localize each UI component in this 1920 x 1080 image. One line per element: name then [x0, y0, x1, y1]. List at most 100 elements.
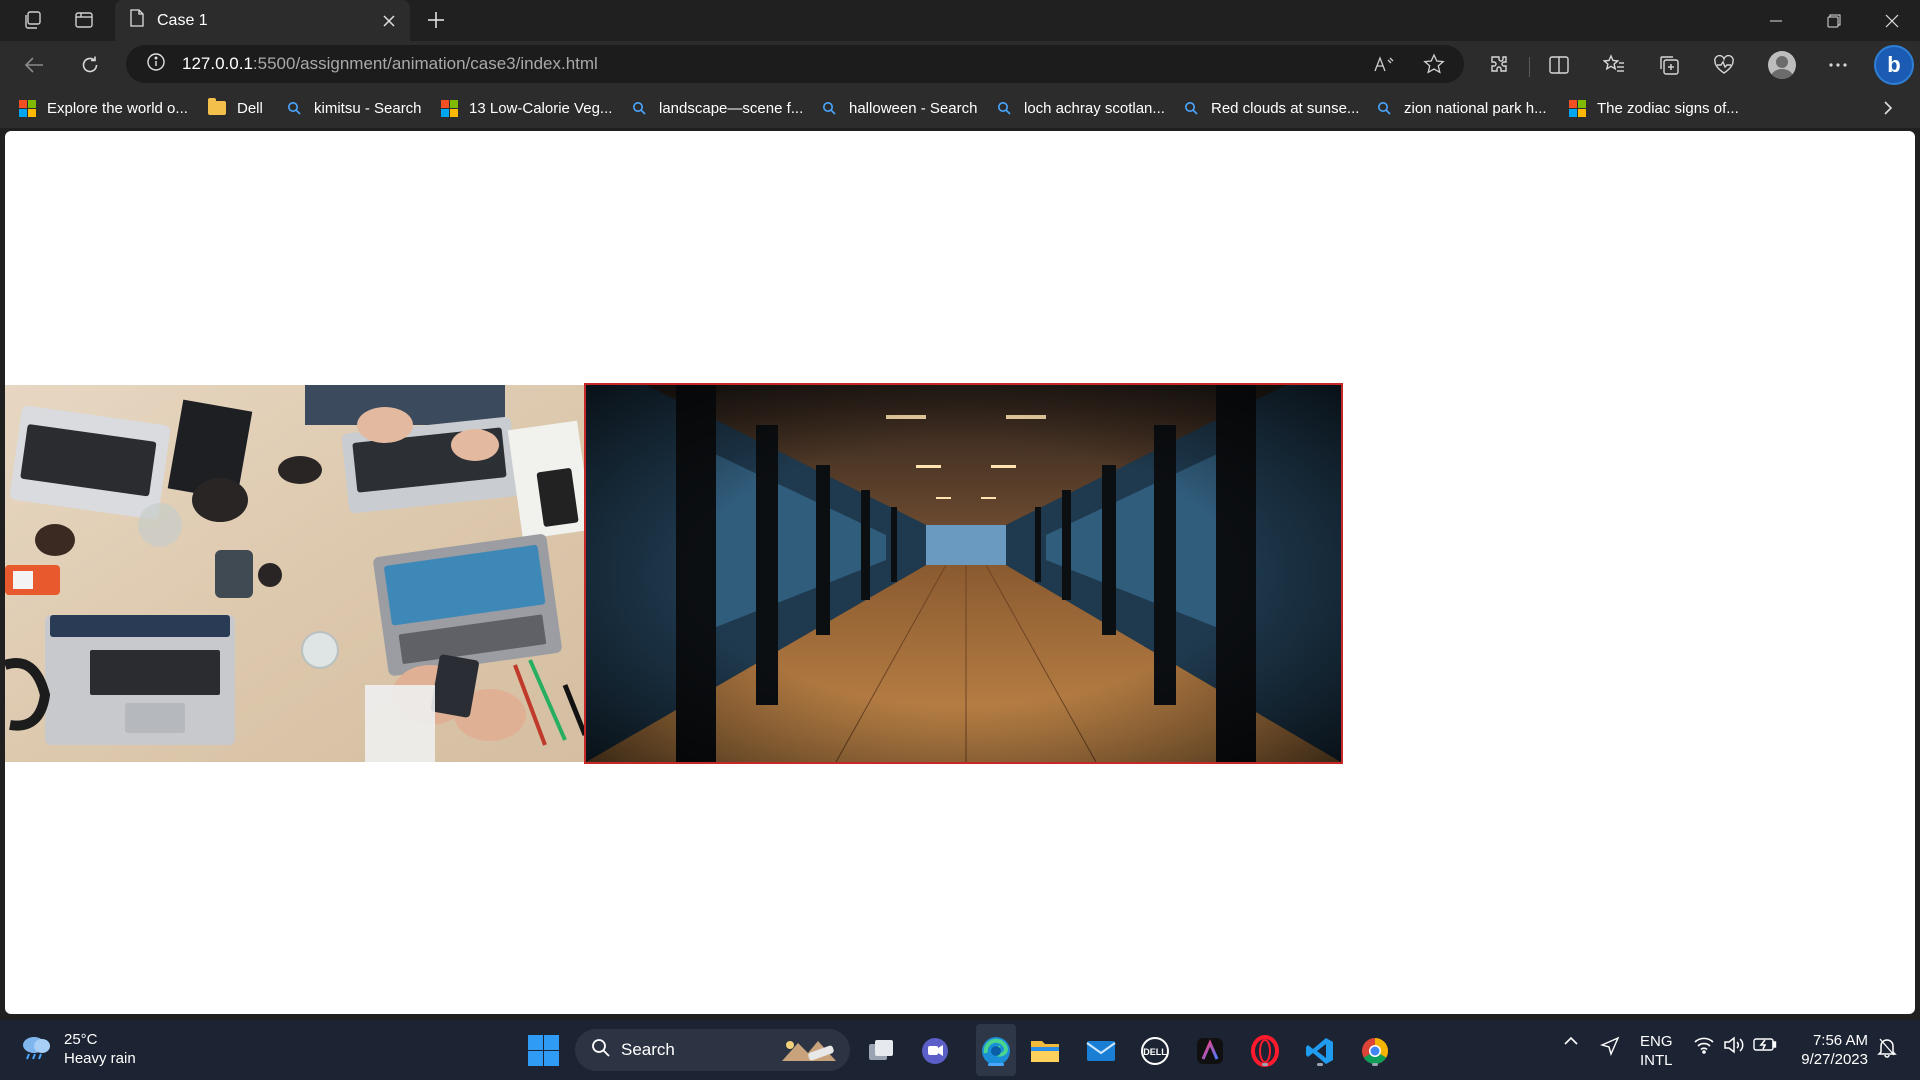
running-indicator [1262, 1063, 1268, 1066]
opera-icon[interactable] [1246, 1032, 1284, 1070]
bookmark-label: halloween - Search [849, 99, 978, 117]
collections-icon[interactable] [1653, 49, 1685, 81]
search-icon [591, 1038, 611, 1063]
toolbar-divider [1529, 57, 1530, 77]
active-tab[interactable]: Case 1 [115, 0, 410, 41]
close-tab-icon[interactable] [374, 6, 404, 36]
split-screen-icon[interactable] [1543, 49, 1575, 81]
bookmark-label: Explore the world o... [47, 99, 188, 117]
bookmark-label: kimitsu - Search [314, 99, 422, 117]
task-view-icon[interactable] [862, 1032, 900, 1070]
minimize-button[interactable] [1748, 0, 1804, 41]
extensions-icon[interactable] [1483, 49, 1515, 81]
clock-time: 7:56 AM [1812, 1032, 1868, 1049]
system-clock[interactable]: 7:56 AM 9/27/2023 [1801, 1031, 1868, 1069]
url-path: :5500/assignment/animation/case3/index.h… [252, 54, 598, 73]
restore-button[interactable] [1806, 0, 1862, 41]
more-options-icon[interactable] [1822, 49, 1854, 81]
chrome-icon[interactable] [1356, 1032, 1394, 1070]
microsoft-icon [1568, 99, 1586, 117]
bookmark-item[interactable]: halloween - Search [820, 96, 977, 120]
rain-cloud-icon [20, 1033, 52, 1066]
page-viewport [5, 131, 1915, 1014]
corridor-image [584, 383, 1343, 764]
browser-toolbar: 127.0.0.1:5500/assignment/animation/case… [0, 41, 1920, 88]
microsoft-icon [18, 99, 36, 117]
bookmark-item[interactable]: The zodiac signs of... [1568, 96, 1739, 120]
profile-avatar[interactable] [1768, 51, 1796, 79]
bookmark-item[interactable]: Red clouds at sunse... [1182, 96, 1359, 120]
search-icon [1375, 99, 1393, 117]
teams-chat-icon[interactable] [916, 1032, 954, 1070]
clock-date: 9/27/2023 [1801, 1051, 1868, 1068]
search-highlight-icon [778, 1035, 840, 1070]
workspaces-icon[interactable] [14, 4, 50, 36]
file-explorer-icon[interactable] [1026, 1032, 1064, 1070]
folder-icon [208, 98, 226, 117]
bookmark-folder[interactable]: Dell [208, 96, 263, 120]
running-indicator [1317, 1063, 1323, 1066]
running-indicator [1372, 1063, 1378, 1066]
bookmark-item[interactable]: Explore the world o... [18, 96, 188, 120]
search-icon [820, 99, 838, 117]
bing-copilot-icon[interactable]: b [1874, 45, 1914, 85]
chevron-up-icon[interactable] [1560, 1036, 1582, 1046]
mail-icon[interactable] [1082, 1032, 1120, 1070]
workspace-image [5, 385, 593, 762]
favorite-star-icon[interactable] [1420, 52, 1448, 76]
microsoft-icon [440, 99, 458, 117]
dell-icon[interactable]: DELL [1136, 1032, 1174, 1070]
read-aloud-icon[interactable] [1370, 52, 1398, 76]
browser-window: Case 1 127.0.0.1:5500/assignment/animati… [0, 0, 1920, 1080]
refresh-button[interactable] [72, 47, 108, 83]
taskbar: 25°C Heavy rain Search DELL ENG INTL 7:5… [0, 1020, 1920, 1080]
active-indicator [988, 1063, 1004, 1066]
chevron-right-icon[interactable] [1876, 96, 1900, 120]
search-icon [995, 99, 1013, 117]
search-icon [1182, 99, 1200, 117]
bookmark-item[interactable]: 13 Low-Calorie Veg... [440, 96, 612, 120]
address-bar[interactable]: 127.0.0.1:5500/assignment/animation/case… [126, 45, 1464, 83]
page-icon [129, 9, 145, 32]
bookmark-label: The zodiac signs of... [1597, 99, 1739, 117]
battery-icon[interactable] [1752, 1036, 1778, 1052]
wifi-icon[interactable] [1692, 1036, 1716, 1054]
site-info-icon[interactable] [146, 52, 166, 77]
bookmark-item[interactable]: landscape—scene f... [630, 96, 803, 120]
favorites-icon[interactable] [1598, 49, 1630, 81]
bookmark-label: Red clouds at sunse... [1211, 99, 1360, 117]
volume-icon[interactable] [1722, 1036, 1746, 1054]
bookmark-item[interactable]: zion national park h... [1375, 96, 1547, 120]
bookmark-label: Dell [237, 99, 263, 117]
url-text[interactable]: 127.0.0.1:5500/assignment/animation/case… [182, 54, 598, 74]
lang-line1: ENG [1640, 1033, 1673, 1050]
bookmark-label: zion national park h... [1404, 99, 1547, 117]
taskbar-search[interactable]: Search [575, 1029, 850, 1071]
bookmark-item[interactable]: loch achray scotlan... [995, 96, 1165, 120]
windows-start-icon[interactable] [528, 1035, 559, 1066]
arc-app-icon[interactable] [1191, 1032, 1229, 1070]
weather-temp: 25°C [64, 1031, 98, 1048]
weather-widget[interactable]: 25°C Heavy rain [20, 1030, 136, 1068]
language-indicator[interactable]: ENG INTL [1640, 1032, 1673, 1070]
edge-browser-icon[interactable] [977, 1032, 1015, 1070]
svg-text:DELL: DELL [1143, 1047, 1167, 1057]
title-bar: Case 1 [0, 0, 1920, 41]
bookmark-item[interactable]: kimitsu - Search [285, 96, 422, 120]
new-tab-button[interactable] [418, 4, 454, 36]
url-host: 127.0.0.1 [182, 54, 253, 73]
bookmark-label: landscape—scene f... [659, 99, 804, 117]
tab-title: Case 1 [157, 11, 208, 29]
browser-essentials-icon[interactable] [1708, 49, 1740, 81]
close-window-button[interactable] [1864, 0, 1920, 41]
bookmark-label: loch achray scotlan... [1024, 99, 1165, 117]
lang-line2: INTL [1640, 1052, 1673, 1069]
vscode-icon[interactable] [1301, 1032, 1339, 1070]
bookmarks-bar: Explore the world o... Dell kimitsu - Se… [0, 88, 1920, 128]
location-icon[interactable] [1596, 1036, 1624, 1056]
notification-bell-icon[interactable] [1874, 1036, 1900, 1058]
weather-desc: Heavy rain [64, 1050, 136, 1067]
back-button[interactable] [16, 47, 52, 83]
bookmark-label: 13 Low-Calorie Veg... [469, 99, 613, 117]
tab-actions-icon[interactable] [66, 4, 102, 36]
